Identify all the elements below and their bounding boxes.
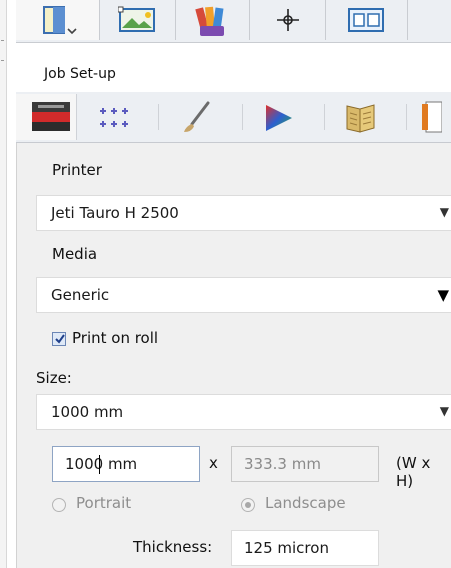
printer-label: Printer: [52, 161, 102, 179]
printer-value: Jeti Tauro H 2500: [51, 204, 179, 222]
tab-color[interactable]: [248, 94, 308, 140]
tab-page[interactable]: [412, 94, 451, 140]
job-setup-button[interactable]: [16, 0, 100, 40]
checkmark-icon: [55, 334, 65, 344]
height-input: 333.3 mm: [231, 446, 379, 482]
width-value: 1000 mm: [65, 455, 138, 473]
tab-divider: [324, 104, 325, 130]
times-sign: x: [209, 454, 218, 472]
grid-tab-icon: [100, 108, 128, 127]
landscape-label: Landscape: [265, 494, 346, 512]
top-toolbar: [16, 0, 451, 43]
tab-divider: [158, 104, 159, 130]
chevron-down-icon: ▼: [437, 286, 449, 304]
portrait-label: Portrait: [76, 494, 132, 512]
media-value: Generic: [51, 286, 110, 304]
ruler-tick: [1, 60, 4, 61]
height-value: 333.3 mm: [244, 455, 321, 473]
landscape-radio: [241, 498, 255, 512]
crosshair-button[interactable]: [250, 0, 326, 40]
layout-icon: [348, 8, 384, 32]
size-label: Size:: [36, 369, 72, 387]
section-title: Job Set-up: [44, 66, 116, 82]
job-setup-tabs: [16, 92, 451, 143]
color-tab-icon: [266, 105, 292, 131]
printer-tab-icon: [32, 102, 70, 131]
text-caret: [99, 455, 100, 474]
color-management-icon: [195, 6, 224, 36]
book-tab-icon: [346, 104, 375, 133]
print-on-roll-checkbox[interactable]: [52, 332, 66, 346]
tab-printer[interactable]: [16, 94, 77, 140]
crosshair-icon: [277, 9, 299, 31]
image-placement-icon: [118, 6, 155, 32]
tab-book[interactable]: [330, 94, 390, 140]
ruler-tick: [1, 40, 4, 41]
thickness-input[interactable]: 125 micron: [231, 530, 379, 566]
brush-tab-icon: [184, 101, 210, 132]
dimensions-hint: (W x H): [396, 454, 431, 490]
media-select[interactable]: Generic ▼: [36, 277, 451, 313]
job-setup-icon: [43, 6, 77, 35]
page-tab-icon: [422, 101, 442, 133]
width-input[interactable]: 1000 mm: [52, 446, 200, 482]
tab-grid[interactable]: [86, 94, 146, 140]
size-preset-value: 1000 mm: [51, 403, 124, 421]
chevron-down-icon: ▼: [439, 404, 449, 418]
tab-divider: [242, 104, 243, 130]
thickness-label: Thickness:: [133, 538, 213, 556]
tab-brush[interactable]: [166, 94, 226, 140]
size-preset-select[interactable]: 1000 mm ▼: [36, 394, 451, 430]
radio-dot: [245, 502, 251, 508]
media-label: Media: [52, 245, 98, 263]
image-placement-button[interactable]: [100, 0, 176, 40]
tab-divider: [406, 104, 407, 130]
ruler: [0, 0, 7, 568]
thickness-value: 125 micron: [244, 539, 329, 557]
chevron-down-icon: ▼: [439, 205, 449, 219]
layout-button[interactable]: [326, 0, 408, 40]
portrait-radio: [52, 498, 66, 512]
printer-select[interactable]: Jeti Tauro H 2500 ▼: [36, 195, 451, 231]
color-management-button[interactable]: [176, 0, 250, 40]
print-on-roll-label: Print on roll: [72, 329, 159, 347]
